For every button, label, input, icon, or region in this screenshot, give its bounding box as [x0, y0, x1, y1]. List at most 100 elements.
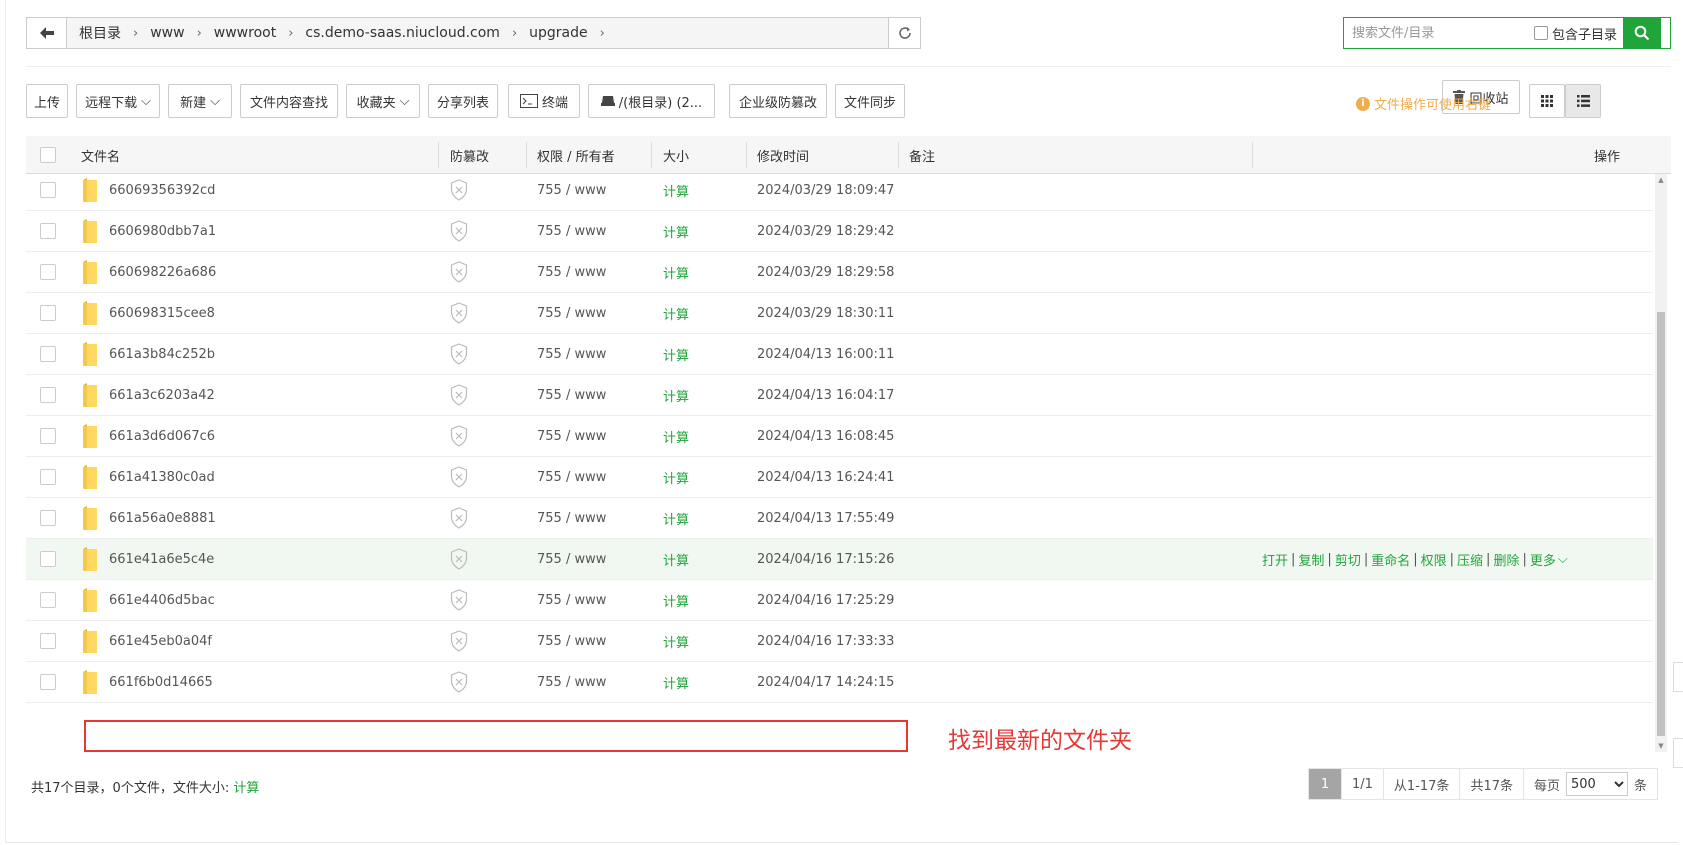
perm-cell[interactable]: 755 / www — [537, 580, 606, 620]
table-row[interactable]: 661a3d6d067c6 755 / www 计算 2024/04/13 16:08… — [26, 416, 1653, 457]
file-name-cell[interactable]: 661f6b0d14665 — [81, 662, 213, 702]
perm-owner[interactable]: 755 / www — [537, 347, 606, 362]
sync-button[interactable]: 文件同步 — [835, 84, 905, 118]
perm-owner[interactable]: 755 / www — [537, 429, 606, 444]
shield-x-icon[interactable] — [450, 548, 468, 570]
table-row[interactable]: 661a3c6203a42 755 / www 计算 2024/04/13 16:04… — [26, 375, 1653, 416]
tamper-button[interactable]: 企业级防篡改 — [729, 84, 827, 118]
perm-cell[interactable]: 755 / www — [537, 174, 606, 210]
calc-size-link[interactable]: 计算 — [663, 345, 689, 364]
breadcrumb-item[interactable]: cs.demo-saas.niucloud.com — [301, 25, 504, 41]
back-button[interactable] — [27, 18, 67, 48]
table-row[interactable]: 66069356392cd 755 / www 计算 2024/03/29 18:09… — [26, 174, 1653, 211]
row-action-6[interactable]: 删除 — [1493, 550, 1519, 569]
size-cell[interactable]: 计算 — [663, 457, 689, 497]
table-row[interactable]: 661e45eb0a04f 755 / www 计算 2024/04/16 17:33… — [26, 621, 1653, 662]
perm-cell[interactable]: 755 / www — [537, 498, 606, 538]
file-name[interactable]: 661e41a6e5c4e — [109, 552, 214, 567]
table-row[interactable]: 660698226a686 755 / www 计算 2024/03/29 18:29… — [26, 252, 1653, 293]
perm-owner[interactable]: 755 / www — [537, 388, 606, 403]
row-checkbox[interactable] — [40, 674, 56, 690]
row-action-1[interactable]: 复制 — [1298, 550, 1324, 569]
calc-size-link[interactable]: 计算 — [663, 468, 689, 487]
file-name[interactable]: 661a3c6203a42 — [109, 388, 215, 403]
column-size[interactable]: 大小 — [663, 136, 689, 174]
perm-owner[interactable]: 755 / www — [537, 265, 606, 280]
table-row[interactable]: 660698315cee8 755 / www 计算 2024/03/29 18:30… — [26, 293, 1653, 334]
calc-size-link[interactable]: 计算 — [663, 304, 689, 323]
table-row[interactable]: 661f6b0d14665 755 / www 计算 2024/04/17 14:24… — [26, 662, 1653, 703]
size-cell[interactable]: 计算 — [663, 662, 689, 702]
calc-size-link[interactable]: 计算 — [663, 550, 689, 569]
size-cell[interactable]: 计算 — [663, 334, 689, 374]
perm-owner[interactable]: 755 / www — [537, 675, 606, 690]
tamper-cell[interactable] — [450, 498, 468, 538]
file-name-cell[interactable]: 6606980dbb7a1 — [81, 211, 216, 251]
search-button[interactable] — [1623, 18, 1662, 48]
perm-owner[interactable]: 755 / www — [537, 552, 606, 567]
chevron-down-icon[interactable]: ⌵ — [1556, 552, 1568, 567]
row-checkbox[interactable] — [40, 633, 56, 649]
row-checkbox[interactable] — [40, 428, 56, 444]
shield-x-icon[interactable] — [450, 630, 468, 652]
include-subdir-toggle[interactable]: 包含子目录 — [1534, 18, 1623, 48]
calc-size-link[interactable]: 计算 — [663, 591, 689, 610]
shield-x-icon[interactable] — [450, 343, 468, 365]
perm-cell[interactable]: 755 / www — [537, 334, 606, 374]
size-cell[interactable]: 计算 — [663, 293, 689, 333]
shield-x-icon[interactable] — [450, 384, 468, 406]
tamper-cell[interactable] — [450, 662, 468, 702]
file-name-cell[interactable]: 660698226a686 — [81, 252, 216, 292]
file-name-cell[interactable]: 661e41a6e5c4e — [81, 539, 214, 579]
size-cell[interactable]: 计算 — [663, 539, 689, 579]
breadcrumb-item[interactable]: upgrade — [525, 25, 591, 41]
file-name-cell[interactable]: 661e4406d5bac — [81, 580, 215, 620]
calc-size-link[interactable]: 计算 — [663, 181, 689, 200]
size-cell[interactable]: 计算 — [663, 174, 689, 210]
shield-x-icon[interactable] — [450, 179, 468, 201]
row-action-0[interactable]: 打开 — [1262, 550, 1288, 569]
file-name-cell[interactable]: 661a41380c0ad — [81, 457, 215, 497]
shield-x-icon[interactable] — [450, 466, 468, 488]
search-input[interactable] — [1344, 18, 1534, 48]
column-perm[interactable]: 权限 / 所有者 — [537, 136, 615, 174]
file-name-cell[interactable]: 661e45eb0a04f — [81, 621, 212, 661]
perm-owner[interactable]: 755 / www — [537, 511, 606, 526]
favorites-button[interactable]: 收藏夹 ⌵ — [346, 84, 420, 118]
row-action-5[interactable]: 压缩 — [1457, 550, 1483, 569]
size-cell[interactable]: 计算 — [663, 498, 689, 538]
scrollbar-thumb[interactable] — [1657, 312, 1665, 736]
calc-size-link[interactable]: 计算 — [663, 632, 689, 651]
calc-size-link[interactable]: 计算 — [663, 673, 689, 692]
file-name[interactable]: 661a3d6d067c6 — [109, 429, 215, 444]
row-checkbox[interactable] — [40, 264, 56, 280]
tamper-cell[interactable] — [450, 457, 468, 497]
file-name-cell[interactable]: 66069356392cd — [81, 174, 215, 210]
file-name-cell[interactable]: 661a3d6d067c6 — [81, 416, 215, 456]
perm-owner[interactable]: 755 / www — [537, 224, 606, 239]
row-action-3[interactable]: 重命名 — [1371, 550, 1410, 569]
table-row[interactable]: 661e4406d5bac 755 / www 计算 2024/04/16 17:25… — [26, 580, 1653, 621]
row-checkbox[interactable] — [40, 346, 56, 362]
perm-owner[interactable]: 755 / www — [537, 593, 606, 608]
footer-calc-link[interactable]: 计算 — [233, 781, 259, 796]
size-cell[interactable]: 计算 — [663, 416, 689, 456]
file-name[interactable]: 661e4406d5bac — [109, 593, 215, 608]
share-list-button[interactable]: 分享列表 — [428, 84, 498, 118]
perm-cell[interactable]: 755 / www — [537, 293, 606, 333]
tamper-cell[interactable] — [450, 211, 468, 251]
column-mtime[interactable]: 修改时间 — [757, 136, 809, 174]
row-checkbox[interactable] — [40, 469, 56, 485]
row-action-7[interactable]: 更多 — [1530, 550, 1556, 569]
perm-cell[interactable]: 755 / www — [537, 416, 606, 456]
row-checkbox[interactable] — [40, 182, 56, 198]
shield-x-icon[interactable] — [450, 425, 468, 447]
calc-size-link[interactable]: 计算 — [663, 222, 689, 241]
calc-size-link[interactable]: 计算 — [663, 509, 689, 528]
shield-x-icon[interactable] — [450, 220, 468, 242]
file-name[interactable]: 660698226a686 — [109, 265, 216, 280]
breadcrumb-item[interactable]: wwwroot — [210, 25, 280, 41]
table-row[interactable]: 661a3b84c252b 755 / www 计算 2024/04/13 16:00… — [26, 334, 1653, 375]
scroll-up-icon[interactable]: ▲ — [1657, 176, 1665, 184]
tamper-cell[interactable] — [450, 416, 468, 456]
